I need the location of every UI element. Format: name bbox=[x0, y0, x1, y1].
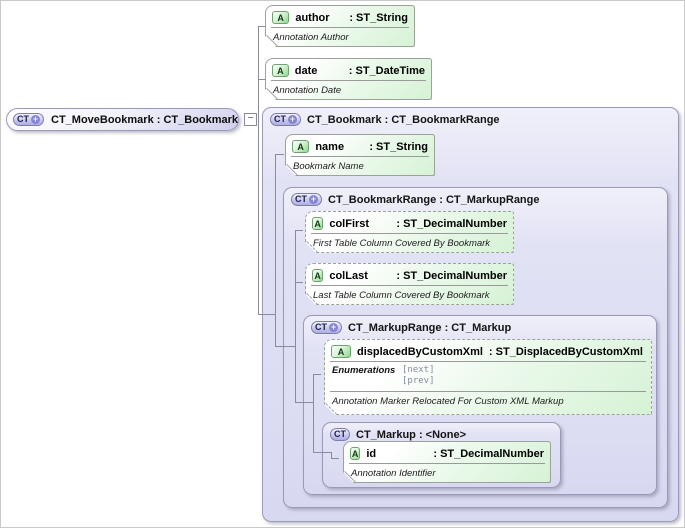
container-ct-bookmark[interactable]: CT + CT_Bookmark : CT_BookmarkRange A na… bbox=[262, 107, 679, 522]
attribute-badge-icon: A bbox=[312, 217, 323, 230]
container-ct-bookmarkrange[interactable]: CT + CT_BookmarkRange : CT_MarkupRange A… bbox=[283, 187, 668, 508]
attr-name: colFirst bbox=[329, 217, 370, 230]
attr-description: Annotation Marker Relocated For Custom X… bbox=[332, 395, 564, 407]
attr-name: id bbox=[366, 447, 377, 460]
attr-type: : ST_DateTime bbox=[348, 64, 425, 77]
attr-description: Annotation Date bbox=[273, 85, 342, 96]
connector-line bbox=[258, 26, 259, 315]
attr-name: name bbox=[315, 140, 345, 153]
connector-line bbox=[275, 346, 295, 347]
attribute-badge-icon: A bbox=[312, 269, 323, 282]
connector-line bbox=[275, 154, 276, 346]
complex-type-badge-icon: CT + bbox=[291, 193, 322, 206]
attr-type: : ST_DecimalNumber bbox=[433, 447, 544, 460]
connector-line bbox=[258, 79, 265, 80]
ct-badge-label: CT bbox=[334, 429, 346, 439]
enumerations-row: Enumerations [next] [prev] bbox=[325, 362, 651, 391]
connector-line bbox=[295, 230, 303, 231]
connector-line bbox=[313, 374, 314, 452]
enumerations-label: Enumerations bbox=[332, 365, 396, 376]
plus-icon: + bbox=[309, 194, 318, 204]
container-title: CT_Bookmark : CT_BookmarkRange bbox=[307, 113, 500, 126]
connector-line bbox=[295, 230, 296, 402]
plus-icon: + bbox=[288, 114, 297, 124]
complex-type-badge-icon: CT + bbox=[13, 113, 44, 126]
connector-line bbox=[295, 282, 303, 283]
node-ct-movebookmark[interactable]: CT + CT_MoveBookmark : CT_Bookmark bbox=[6, 108, 239, 131]
ct-badge-label: CT bbox=[315, 322, 327, 332]
attr-type: : ST_DisplacedByCustomXml bbox=[488, 345, 643, 358]
connector-line bbox=[313, 374, 321, 375]
container-title: CT_MarkupRange : CT_Markup bbox=[348, 321, 512, 334]
attr-id[interactable]: A id : ST_DecimalNumber Annotation Ident… bbox=[343, 441, 551, 483]
attribute-badge-icon: A bbox=[272, 64, 289, 77]
attr-description: Last Table Column Covered By Bookmark bbox=[313, 290, 490, 301]
attr-name-bookmark[interactable]: A name : ST_String Bookmark Name bbox=[285, 134, 435, 176]
enumeration-values: [next] [prev] bbox=[402, 365, 435, 388]
plus-icon: + bbox=[329, 322, 338, 332]
container-title: CT_Markup : <None> bbox=[356, 428, 467, 441]
attr-name: author bbox=[295, 11, 330, 24]
attr-author[interactable]: A author : ST_String Annotation Author bbox=[265, 5, 415, 47]
container-ct-markup[interactable]: CT CT_Markup : <None> A id : ST_DecimalN… bbox=[322, 422, 561, 488]
ct-badge-label: CT bbox=[295, 194, 307, 204]
connector-line bbox=[295, 402, 313, 403]
attr-description: First Table Column Covered By Bookmark bbox=[313, 238, 491, 249]
connector-line bbox=[331, 458, 339, 459]
collapse-button[interactable]: − bbox=[244, 113, 257, 126]
attr-type: : ST_DecimalNumber bbox=[396, 217, 507, 230]
enum-value: [next] bbox=[402, 365, 435, 375]
attribute-badge-icon: A bbox=[331, 345, 351, 358]
complex-type-badge-icon: CT + bbox=[311, 321, 342, 334]
attr-description: Annotation Identifier bbox=[351, 468, 436, 479]
attr-description: Annotation Author bbox=[273, 32, 349, 43]
attr-type: : ST_String bbox=[369, 140, 428, 153]
attr-displacedbycustomxml[interactable]: A displacedByCustomXml : ST_DisplacedByC… bbox=[324, 339, 652, 415]
connector-line bbox=[275, 154, 284, 155]
ct-badge-label: CT bbox=[17, 114, 29, 124]
plus-icon: + bbox=[31, 114, 40, 124]
complex-type-badge-icon: CT bbox=[330, 428, 350, 441]
attr-collast[interactable]: A colLast : ST_DecimalNumber Last Table … bbox=[305, 263, 514, 305]
schema-diagram: CT + CT_MoveBookmark : CT_Bookmark − A a… bbox=[0, 0, 685, 528]
attr-type: : ST_String bbox=[349, 11, 408, 24]
node-title: CT_MoveBookmark : CT_Bookmark bbox=[51, 113, 239, 126]
container-title: CT_BookmarkRange : CT_MarkupRange bbox=[328, 193, 540, 206]
attr-colfirst[interactable]: A colFirst : ST_DecimalNumber First Tabl… bbox=[305, 211, 514, 253]
attr-description: Bookmark Name bbox=[293, 161, 364, 172]
connector-line bbox=[258, 314, 275, 315]
attribute-badge-icon: A bbox=[292, 140, 309, 153]
enum-value: [prev] bbox=[402, 376, 435, 387]
connector-line bbox=[258, 26, 265, 27]
connector-line bbox=[313, 452, 331, 453]
attr-date[interactable]: A date : ST_DateTime Annotation Date bbox=[265, 58, 432, 100]
attr-name: colLast bbox=[329, 269, 368, 282]
attribute-badge-icon: A bbox=[351, 448, 359, 459]
container-ct-markuprange[interactable]: CT + CT_MarkupRange : CT_Markup A displa… bbox=[303, 315, 657, 495]
attribute-badge-icon: A bbox=[272, 11, 289, 24]
attr-name: displacedByCustomXml bbox=[357, 345, 483, 358]
attr-type: : ST_DecimalNumber bbox=[396, 269, 507, 282]
attr-name: date bbox=[294, 64, 318, 77]
complex-type-badge-icon: CT + bbox=[270, 113, 301, 126]
ct-badge-label: CT bbox=[274, 114, 286, 124]
